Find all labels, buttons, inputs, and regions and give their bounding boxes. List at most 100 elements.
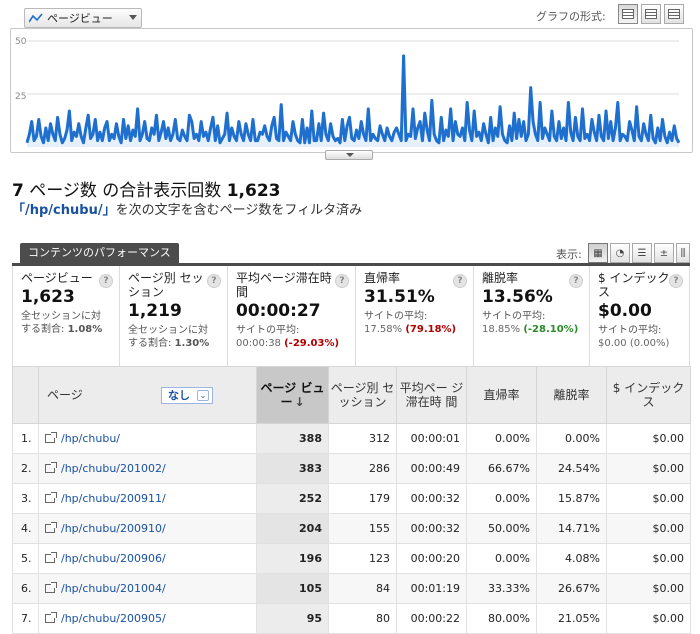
row-sessions: 155 <box>328 513 397 544</box>
row-avg-time: 00:00:20 <box>396 543 467 574</box>
header-label: $ インデックス <box>612 381 685 409</box>
page-link[interactable]: /hp/chubu/200911/ <box>61 492 166 505</box>
diff-value: (-28.10%) <box>523 324 579 335</box>
external-link-icon[interactable] <box>45 552 57 563</box>
summary-pageviews: ページビュー 1,623 全セッションに対 する割合: 1.08% ? <box>13 266 120 366</box>
help-icon[interactable]: ? <box>669 274 683 288</box>
diff-value: (79.18%) <box>405 324 457 335</box>
header-avg-time[interactable]: 平均ペー ジ滞在時 間 <box>396 366 467 424</box>
header-label: ページ別 セッション <box>330 381 395 409</box>
summary-value: $0.00 <box>598 301 652 321</box>
help-icon[interactable]: ? <box>207 274 221 288</box>
external-link-icon[interactable] <box>45 492 57 503</box>
row-pageviews: 95 <box>256 603 329 634</box>
row-dollar-index: $0.00 <box>606 453 691 484</box>
external-link-icon[interactable] <box>45 432 57 443</box>
row-avg-time: 00:00:22 <box>396 603 467 634</box>
page-link[interactable]: /hp/chubu/201004/ <box>61 582 166 595</box>
row-index: 2. <box>12 453 39 484</box>
graph-format-button-3[interactable] <box>664 4 684 24</box>
page-link[interactable]: /hp/chubu/200906/ <box>61 552 166 565</box>
series-line <box>25 54 681 145</box>
row-avg-time: 00:00:01 <box>396 423 467 454</box>
header-label: ページ <box>47 388 83 402</box>
row-index: 5. <box>12 543 39 574</box>
header-sessions[interactable]: ページ別 セッション <box>328 366 397 424</box>
summary-sub: サイトの平均: $0.00 (0.00%) <box>598 324 683 350</box>
page-link[interactable]: /hp/chubu/201002/ <box>61 462 166 475</box>
row-sessions: 179 <box>328 483 397 514</box>
table-icon: ▦ <box>593 247 603 259</box>
external-link-icon[interactable] <box>45 612 57 623</box>
secondary-dimension-select[interactable]: なし ⌄ <box>161 387 213 404</box>
pivot-icon: ⫼ <box>680 247 686 259</box>
external-link-icon[interactable] <box>45 582 57 593</box>
view-compare-button[interactable]: ± <box>654 243 674 263</box>
view-bar-button[interactable]: ☰ <box>632 243 652 263</box>
graph-format-button-2[interactable] <box>641 4 661 24</box>
row-exit-rate: 14.71% <box>536 513 607 544</box>
line-chart-icon <box>29 13 43 23</box>
secondary-dimension-label: なし <box>168 388 190 402</box>
row-dollar-index: $0.00 <box>606 513 691 544</box>
row-bounce-rate: 33.33% <box>466 573 537 604</box>
header-dollar-index[interactable]: $ インデックス <box>606 366 691 424</box>
view-table-button[interactable]: ▦ <box>588 243 608 263</box>
summary-sub-text: サイトの平均: <box>482 311 546 322</box>
row-exit-rate: 26.67% <box>536 573 607 604</box>
table-body: 1./hp/chubu/388 312 00:00:01 0.00% 0.00% $0.0… <box>12 423 691 634</box>
row-dollar-index: $0.00 <box>606 543 691 574</box>
row-page: /hp/chubu/200905/ <box>38 603 257 634</box>
help-icon[interactable]: ? <box>453 274 467 288</box>
graph-format-button-1[interactable] <box>618 4 638 24</box>
header-pageviews[interactable]: ページ ビュー ↓ <box>256 366 329 424</box>
summary-exit-rate: 離脱率 13.56% サイトの平均: 18.85% (-28.10%) ? <box>474 266 590 366</box>
view-pie-button[interactable]: ◔ <box>610 243 630 263</box>
summary-value: 00:00:27 <box>236 301 321 321</box>
row-index: 1. <box>12 423 39 454</box>
table-row: 6. /hp/chubu/201004/105 84 00:01:19 33.33% 26… <box>12 573 691 604</box>
page-link[interactable]: /hp/chubu/200905/ <box>61 612 166 625</box>
header-page[interactable]: ページ なし ⌄ <box>38 366 257 424</box>
tab-content-performance[interactable]: コンテンツのパフォーマンス <box>20 243 179 263</box>
summary-sub-value: 1.30% <box>174 338 210 349</box>
page-link[interactable]: /hp/chubu/ <box>61 432 120 445</box>
filter-note: 「/hp/chubu/」を次の文字を含むページ数をフィルタ済み <box>12 199 362 218</box>
help-icon[interactable]: ? <box>569 274 583 288</box>
row-avg-time: 00:00:32 <box>396 483 467 514</box>
header-exit-rate[interactable]: 離脱率 <box>536 366 607 424</box>
metric-select[interactable]: ページビュー <box>24 8 142 28</box>
help-icon[interactable]: ? <box>99 274 113 288</box>
row-dollar-index: $0.00 <box>606 573 691 604</box>
diff-value: (-29.03%) <box>284 338 340 349</box>
external-link-icon[interactable] <box>45 462 57 473</box>
row-sessions: 84 <box>328 573 397 604</box>
row-exit-rate: 4.08% <box>536 543 607 574</box>
header-bounce-rate[interactable]: 直帰率 <box>466 366 537 424</box>
help-icon[interactable]: ? <box>335 274 349 288</box>
external-link-icon[interactable] <box>45 522 57 533</box>
view-pivot-button[interactable]: ⫼ <box>676 243 690 263</box>
collapse-graph-handle[interactable] <box>325 150 373 160</box>
row-sessions: 80 <box>328 603 397 634</box>
row-pageviews: 383 <box>256 453 329 484</box>
header-label: 直帰率 <box>483 388 520 402</box>
diff-value: (0.00%) <box>629 338 670 349</box>
row-index: 4. <box>12 513 39 544</box>
summary-value: 31.51% <box>364 287 435 307</box>
row-index: 6. <box>12 573 39 604</box>
row-page: /hp/chubu/201004/ <box>38 573 257 604</box>
row-pageviews: 388 <box>256 423 329 454</box>
site-average: 00:00:38 <box>236 338 281 349</box>
row-sessions: 286 <box>328 453 397 484</box>
page-count: 7 <box>12 181 24 201</box>
page-link[interactable]: /hp/chubu/200910/ <box>61 522 166 535</box>
row-pageviews: 196 <box>256 543 329 574</box>
list-icon <box>645 9 657 19</box>
compare-icon: ± <box>659 247 669 259</box>
row-dollar-index: $0.00 <box>606 483 691 514</box>
table-header-row: ページ なし ⌄ ページ ビュー ↓ ページ別 セッション 平均ペー ジ滞在時 間… <box>12 366 691 424</box>
row-pageviews: 204 <box>256 513 329 544</box>
table-row: 5. /hp/chubu/200906/196 123 00:00:20 0.00% 4.… <box>12 543 691 574</box>
summary-sub: サイトの平均: 00:00:38 (-29.03%) <box>236 324 349 350</box>
